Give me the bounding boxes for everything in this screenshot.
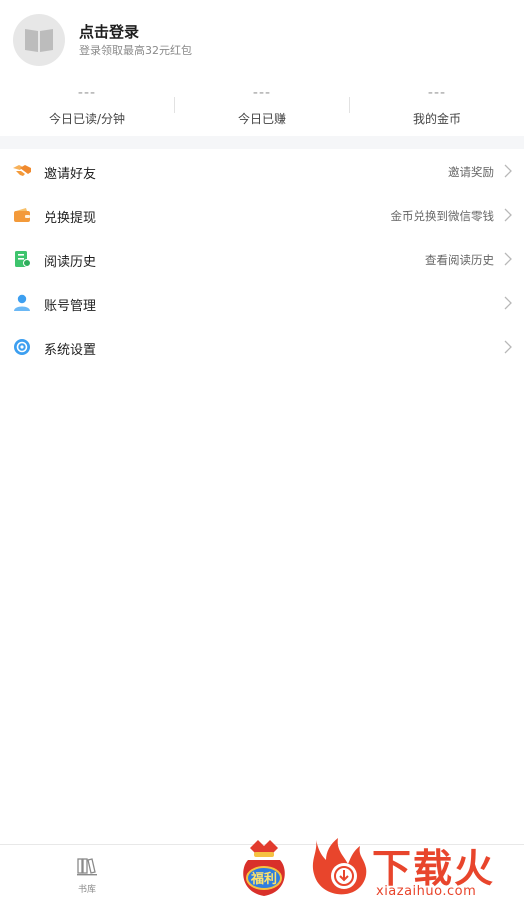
menu-item-detail: 金币兑换到微信零钱 (390, 209, 495, 223)
menu-item-system-settings[interactable]: 系统设置 (0, 325, 524, 369)
watermark-logo (312, 838, 367, 895)
profile-header[interactable]: 点击登录 登录领取最高32元红包 (0, 0, 524, 80)
section-divider (0, 136, 524, 149)
menu-list: 邀请好友 邀请奖励 兑换提现 金币兑换到微信零钱 阅读历史 查看阅读历史 账号管… (0, 149, 524, 369)
menu-item-account-management[interactable]: 账号管理 (0, 281, 524, 325)
menu-item-label: 阅读历史 (44, 255, 97, 270)
stat-earned-today: --- 今日已赚 (175, 80, 349, 135)
login-title[interactable]: 点击登录 (79, 21, 139, 42)
menu-item-label: 邀请好友 (44, 167, 97, 182)
welfare-label: 福利 (250, 871, 277, 887)
tab-library-label: 书库 (77, 885, 96, 895)
menu-item-reading-history[interactable]: 阅读历史 查看阅读历史 (0, 237, 524, 281)
chevron-right-icon (504, 208, 512, 222)
chevron-right-icon (504, 164, 512, 178)
chevron-right-icon (504, 340, 512, 354)
user-icon (14, 294, 30, 311)
settings-icon (14, 339, 30, 355)
menu-item-invite-friends[interactable]: 邀请好友 邀请奖励 (0, 149, 524, 193)
avatar[interactable] (13, 14, 65, 66)
stat-read-minutes: --- 今日已读/分钟 (0, 80, 174, 135)
stat-label: 今日已赚 (237, 112, 286, 126)
menu-item-label: 账号管理 (44, 299, 97, 314)
login-subtitle: 登录领取最高32元红包 (79, 44, 192, 57)
stat-label: 今日已读/分钟 (48, 112, 126, 126)
watermark-url: xiazaihuo.com (376, 884, 477, 899)
menu-item-exchange-withdraw[interactable]: 兑换提现 金币兑换到微信零钱 (0, 193, 524, 237)
menu-item-detail: 查看阅读历史 (425, 253, 494, 267)
chevron-right-icon (504, 252, 512, 266)
history-book-icon (15, 251, 31, 267)
stat-value: --- (77, 85, 97, 101)
stats-row: --- 今日已读/分钟 --- 今日已赚 --- 我的金币 (0, 80, 524, 135)
menu-item-label: 兑换提现 (44, 211, 97, 226)
stat-label: 我的金币 (412, 112, 461, 126)
welfare-bag-icon[interactable]: 福利 (236, 838, 292, 898)
tab-library[interactable]: 书库 (66, 857, 108, 895)
stat-my-coins: --- 我的金币 (350, 80, 524, 135)
stat-value: --- (427, 85, 447, 101)
handshake-icon (13, 165, 31, 176)
bookshelf-icon (77, 858, 97, 876)
stat-value: --- (252, 85, 272, 101)
wallet-icon (14, 208, 30, 222)
menu-item-detail: 邀请奖励 (448, 165, 494, 179)
book-icon (25, 29, 53, 52)
chevron-right-icon (504, 296, 512, 310)
menu-item-label: 系统设置 (44, 343, 97, 358)
